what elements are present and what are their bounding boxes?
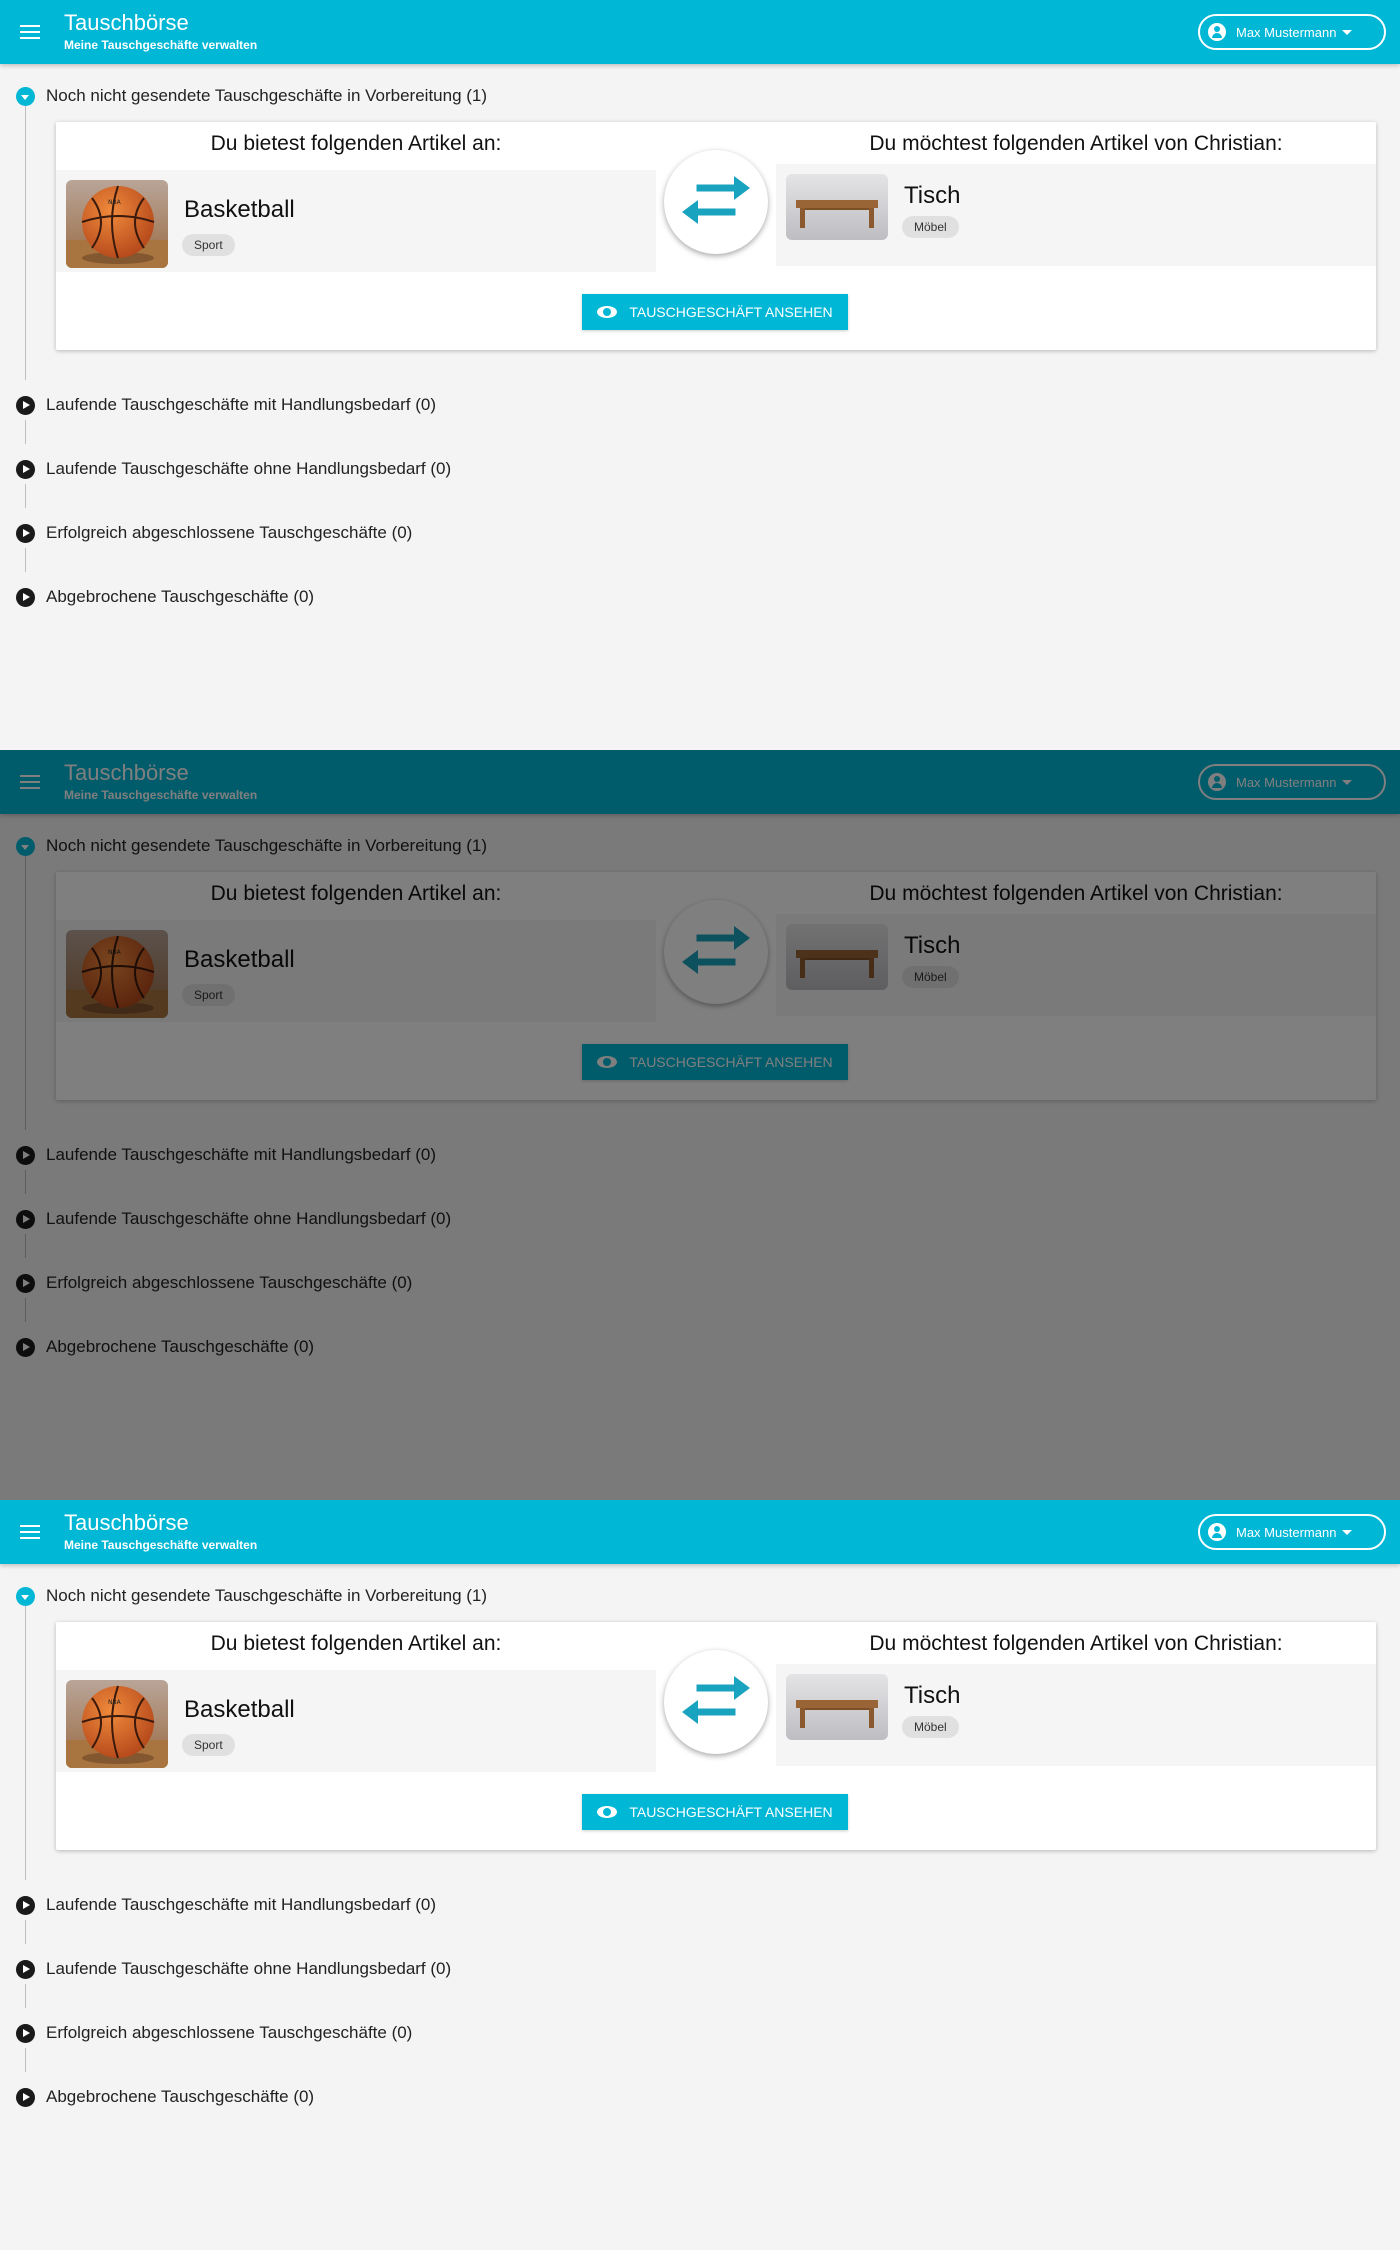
user-name: Max Mustermann	[1236, 24, 1337, 40]
user-menu-button[interactable]: Max Mustermann	[1198, 14, 1386, 50]
timeline-connector	[25, 484, 26, 508]
swap-arrows-icon	[664, 150, 768, 254]
section-label: Laufende Tauschgeschäfte ohne Handlungsb…	[46, 1959, 452, 1978]
chevron-right-circle-icon	[16, 395, 35, 415]
want-heading: Du möchtest folgenden Artikel von Christ…	[869, 1632, 1283, 1655]
section-completed[interactable]: Erfolgreich abgeschlossene Tauschgeschäf…	[16, 522, 412, 544]
section-running-no-action[interactable]: Laufende Tauschgeschäfte ohne Handlungsb…	[16, 1958, 451, 1980]
section-label: Laufende Tauschgeschäfte ohne Handlungsb…	[46, 459, 452, 478]
svg-text:NBA: NBA	[108, 1699, 122, 1706]
section-running-action-needed[interactable]: Laufende Tauschgeschäfte mit Handlungsbe…	[16, 394, 436, 416]
chevron-right-circle-icon	[16, 587, 35, 607]
section-label: Erfolgreich abgeschlossene Tauschgeschäf…	[46, 523, 413, 542]
trade-card: Du bietest folgenden Artikel an: Du möch…	[56, 122, 1376, 350]
app-subtitle: Meine Tauschgeschäfte verwalten	[64, 1538, 258, 1552]
chevron-right-circle-icon	[16, 1895, 35, 1915]
app-title: Tauschbörse	[64, 10, 189, 35]
section-label: Laufende Tauschgeschäfte mit Handlungsbe…	[46, 395, 436, 414]
section-label: Erfolgreich abgeschlossene Tauschgeschäf…	[46, 2023, 413, 2042]
timeline-connector	[25, 106, 26, 380]
view-trade-label: TAUSCHGESCHÄFT ANSEHEN	[629, 1804, 833, 1820]
chevron-right-circle-icon	[16, 2087, 35, 2107]
menu-icon[interactable]	[20, 21, 42, 43]
offered-item-panel: NBA Basketball Sport	[56, 170, 656, 272]
wanted-item-name: Tisch	[904, 182, 961, 209]
svg-text:NBA: NBA	[108, 199, 122, 206]
app-subtitle: Meine Tauschgeschäfte verwalten	[64, 38, 258, 52]
eye-icon	[597, 306, 618, 318]
view-trade-button[interactable]: TAUSCHGESCHÄFT ANSEHEN	[582, 1794, 848, 1830]
offered-item-name: Basketball	[184, 1696, 295, 1723]
basketball-image: NBA	[66, 180, 168, 268]
timeline-connector	[25, 2048, 26, 2072]
section-cancelled[interactable]: Abgebrochene Tauschgeschäfte (0)	[16, 586, 314, 608]
section-label: Noch nicht gesendete Tauschgeschäfte in …	[46, 1586, 488, 1605]
top-app-bar: Tauschbörse Meine Tauschgeschäfte verwal…	[0, 0, 1400, 64]
chevron-right-circle-icon	[16, 2023, 35, 2043]
section-completed[interactable]: Erfolgreich abgeschlossene Tauschgeschäf…	[16, 2022, 412, 2044]
offered-item-name: Basketball	[184, 196, 295, 223]
view-trade-label: TAUSCHGESCHÄFT ANSEHEN	[629, 304, 833, 320]
section-running-action-needed[interactable]: Laufende Tauschgeschäfte mit Handlungsbe…	[16, 1894, 436, 1916]
section-label: Noch nicht gesendete Tauschgeschäfte in …	[46, 86, 488, 105]
table-image	[786, 1674, 888, 1740]
section-cancelled[interactable]: Abgebrochene Tauschgeschäfte (0)	[16, 2086, 314, 2108]
menu-icon[interactable]	[20, 1521, 42, 1543]
timeline-connector	[25, 420, 26, 444]
user-name: Max Mustermann	[1236, 1524, 1337, 1540]
wanted-item-panel: Tisch Möbel	[776, 1664, 1376, 1766]
timeline-connector	[25, 1920, 26, 1944]
want-heading: Du möchtest folgenden Artikel von Christ…	[869, 132, 1283, 155]
app-screen: Tauschbörse Meine Tauschgeschäfte verwal…	[0, 0, 1400, 750]
chevron-down-circle-icon	[16, 86, 35, 106]
offered-item-panel: NBA Basketball Sport	[56, 1670, 656, 1772]
trade-card: Du bietest folgenden Artikel an: Du möch…	[56, 1622, 1376, 1850]
caret-down-icon	[1342, 29, 1353, 35]
app-title: Tauschbörse	[64, 1510, 189, 1535]
chevron-right-circle-icon	[16, 523, 35, 543]
timeline-connector	[25, 548, 26, 572]
category-chip: Sport	[182, 234, 235, 256]
chevron-down-circle-icon	[16, 1586, 35, 1606]
offer-heading: Du bietest folgenden Artikel an:	[210, 1632, 502, 1655]
section-in-preparation[interactable]: Noch nicht gesendete Tauschgeschäfte in …	[16, 85, 487, 107]
table-image	[786, 174, 888, 240]
section-running-no-action[interactable]: Laufende Tauschgeschäfte ohne Handlungsb…	[16, 458, 451, 480]
chevron-right-circle-icon	[16, 459, 35, 479]
section-label: Abgebrochene Tauschgeschäfte (0)	[46, 2087, 315, 2106]
category-chip: Sport	[182, 1734, 235, 1756]
eye-icon	[597, 1806, 618, 1818]
view-trade-button[interactable]: TAUSCHGESCHÄFT ANSEHEN	[582, 294, 848, 330]
category-chip: Möbel	[902, 1716, 959, 1738]
section-label: Abgebrochene Tauschgeschäfte (0)	[46, 587, 315, 606]
app-screen: Tauschbörse Meine Tauschgeschäfte verwal…	[0, 1500, 1400, 2250]
section-in-preparation[interactable]: Noch nicht gesendete Tauschgeschäfte in …	[16, 1585, 487, 1607]
basketball-image: NBA	[66, 1680, 168, 1768]
offer-heading: Du bietest folgenden Artikel an:	[210, 132, 502, 155]
user-menu-button[interactable]: Max Mustermann	[1198, 1514, 1386, 1550]
swap-arrows-icon	[664, 1650, 768, 1754]
timeline-connector	[25, 1984, 26, 2008]
modal-backdrop[interactable]	[0, 750, 1400, 1500]
timeline-connector	[25, 1606, 26, 1880]
wanted-item-name: Tisch	[904, 1682, 961, 1709]
account-circle-icon	[1208, 23, 1226, 41]
section-label: Laufende Tauschgeschäfte mit Handlungsbe…	[46, 1895, 436, 1914]
category-chip: Möbel	[902, 216, 959, 238]
app-screen: Tauschbörse Meine Tauschgeschäfte verwal…	[0, 750, 1400, 1500]
chevron-right-circle-icon	[16, 1959, 35, 1979]
wanted-item-panel: Tisch Möbel	[776, 164, 1376, 266]
top-app-bar: Tauschbörse Meine Tauschgeschäfte verwal…	[0, 1500, 1400, 1564]
account-circle-icon	[1208, 1523, 1226, 1541]
caret-down-icon	[1342, 1529, 1353, 1535]
